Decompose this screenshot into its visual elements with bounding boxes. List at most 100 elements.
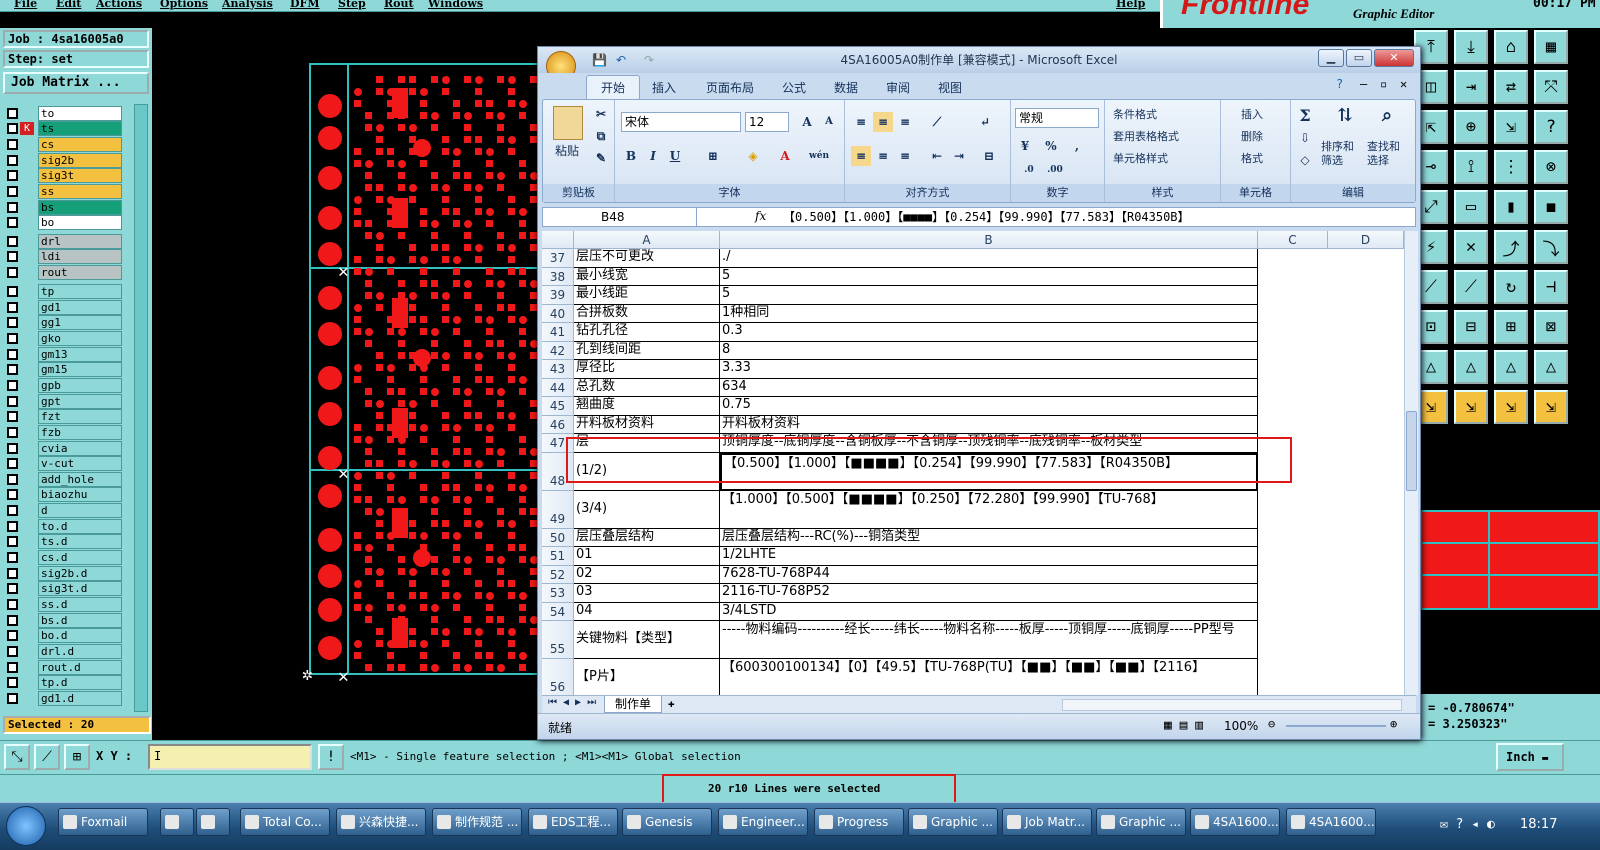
redo-icon[interactable]: ↷ [644,47,654,73]
layer-row-gm15[interactable]: gm15 [4,362,122,378]
format-cells-button[interactable]: 格式 [1241,150,1263,166]
alert-icon[interactable]: ! [318,744,344,770]
menu-help[interactable]: Help [1116,0,1145,10]
layer-name[interactable]: ts.d [38,534,122,550]
taskbar-item[interactable]: 4SA1600... [1286,808,1376,836]
taskbar-item[interactable]: Job Matr... [1002,808,1092,836]
box-icon[interactable]: ⊠ [1534,310,1568,344]
layer-row-drl[interactable]: drl [4,234,122,249]
snap-icon[interactable]: ⤡ [4,744,30,770]
delete-icon[interactable]: ⊗ [1534,150,1568,184]
layer-row-add_hole[interactable]: add_hole [4,471,122,487]
layer-checkbox[interactable] [7,536,18,548]
cell-b[interactable]: ./ [720,249,1258,268]
cell-a[interactable]: 总孔数 [574,378,720,397]
layer-row-biaozhu[interactable]: biaozhu [4,487,122,503]
layer-checkbox[interactable] [7,155,18,166]
new-sheet-icon[interactable]: ✚ [668,697,675,710]
layer-row-d[interactable]: d [4,503,122,519]
undo-icon[interactable]: ↶ [616,47,626,73]
zoom-out-icon[interactable]: ⊖ [1268,717,1275,731]
sheet-nav-icons[interactable]: ⏮ ◀ ▶ ⏭ [548,697,596,708]
xy-input[interactable]: I [148,744,312,770]
layer-row-drl.d[interactable]: drl.d [4,643,122,659]
layer-name[interactable]: drl [38,234,122,249]
layer-checkbox[interactable] [7,379,18,391]
row-header[interactable]: 51 [542,547,574,566]
cut-icon[interactable]: ✂ [591,104,611,124]
zoom-bottom-icon[interactable]: ⤓ [1454,30,1488,64]
layer-name[interactable]: biaozhu [38,487,122,503]
merge-icon[interactable]: ⊟ [979,146,999,166]
layer-checkbox[interactable] [7,301,18,313]
align-center-icon[interactable]: ≡ [873,146,893,166]
row-header[interactable]: 46 [542,415,574,434]
layer-row-tp.d[interactable]: tp.d [4,675,122,691]
layer-checkbox[interactable] [7,567,18,579]
layer-checkbox[interactable] [7,267,18,278]
ruler-icon[interactable]: ▮ [1494,190,1528,224]
layer-checkbox[interactable] [7,426,18,438]
cell-a[interactable]: 层压不可更改 [574,249,720,268]
layer-row-gm13[interactable]: gm13 [4,346,122,362]
paste-button[interactable]: 粘贴 [555,142,579,159]
layer-row-to.d[interactable]: to.d [4,518,122,534]
layer-row-fzb[interactable]: fzb [4,424,122,440]
italic-icon[interactable]: I [643,146,663,166]
align-icon[interactable]: ⊣ [1534,270,1568,304]
cell-b[interactable]: 5 [720,286,1258,305]
menu-windows[interactable]: Windows [428,0,483,10]
cell-b[interactable]: 5 [720,267,1258,286]
row-header[interactable]: 53 [542,584,574,603]
cell-a[interactable]: 03 [574,584,720,603]
cell-a[interactable]: 最小线距 [574,286,720,305]
minimize-button[interactable]: ▁ [1318,49,1344,67]
cell-b[interactable]: 1/2LHTE [720,547,1258,566]
taskbar-item[interactable]: Graphic ... [908,808,998,836]
increase-decimal-icon[interactable]: .0 [1019,160,1039,180]
wrap-text-icon[interactable]: ↵ [975,112,995,132]
layer-row-sig2b[interactable]: sig2b [4,153,122,168]
layer-name[interactable]: tp.d [38,675,122,691]
border-icon[interactable]: ⊞ [703,146,723,166]
layer-checkbox[interactable] [7,202,18,213]
cell-b[interactable]: 开料板材资料 [720,415,1258,434]
conditional-format-button[interactable]: 条件格式 [1113,106,1157,122]
layer-name[interactable]: ss.d [38,597,122,612]
maximize-button[interactable]: ▭ [1346,49,1372,67]
find-select-icon[interactable]: ⌕ [1377,106,1397,126]
cell-a[interactable]: 开料板材资料 [574,415,720,434]
align-left-icon[interactable]: ≡ [851,146,871,166]
cell-a[interactable]: 01 [574,547,720,566]
comma-icon[interactable]: , [1067,136,1087,156]
grid-icon[interactable]: ⊞ [1494,310,1528,344]
taskbar-item[interactable]: 制作规范 ... [432,808,522,836]
layer-name[interactable]: bs [38,200,122,215]
cell-a[interactable]: 层压叠层结构 [574,528,720,547]
find-select-button[interactable]: 查找和选择 [1367,140,1407,168]
cell-a[interactable]: 钻孔孔径 [574,323,720,342]
menu-file[interactable]: File [14,0,37,10]
row-header[interactable]: 50 [542,528,574,547]
format-painter-icon[interactable]: ✎ [591,148,611,168]
grow-font-icon[interactable]: A [797,112,817,132]
cell-b[interactable]: 2116-TU-768P52 [720,584,1258,603]
cell-b[interactable]: -----物料编码----------经长-----纬长-----物料名称---… [720,621,1258,659]
tab-page-layout[interactable]: 页面布局 [706,79,754,96]
layer-checkbox[interactable] [7,236,18,247]
layer-checkbox[interactable] [7,108,18,119]
tab-formulas[interactable]: 公式 [782,79,806,96]
paste-icon[interactable] [553,106,583,140]
layer-name[interactable]: ts [38,121,122,136]
layer-row-sig3t.d[interactable]: sig3t.d [4,581,122,597]
layer-row-ts[interactable]: ts K [4,121,122,136]
layer-row-ldi[interactable]: ldi [4,249,122,264]
excel-window[interactable]: 💾 ↶ ↷ 4SA16005A0制作单 [兼容模式] - Microsoft E… [537,46,1421,740]
layer-scrollbar[interactable] [134,104,148,712]
layer-name[interactable]: sig3t [38,168,122,183]
row-header[interactable]: 39 [542,286,574,305]
orientation-icon[interactable]: ⟋ [927,112,947,132]
cell-a[interactable]: 04 [574,602,720,621]
ribbon-close-icon[interactable]: ✕ [1400,77,1407,91]
start-button[interactable] [6,806,46,846]
